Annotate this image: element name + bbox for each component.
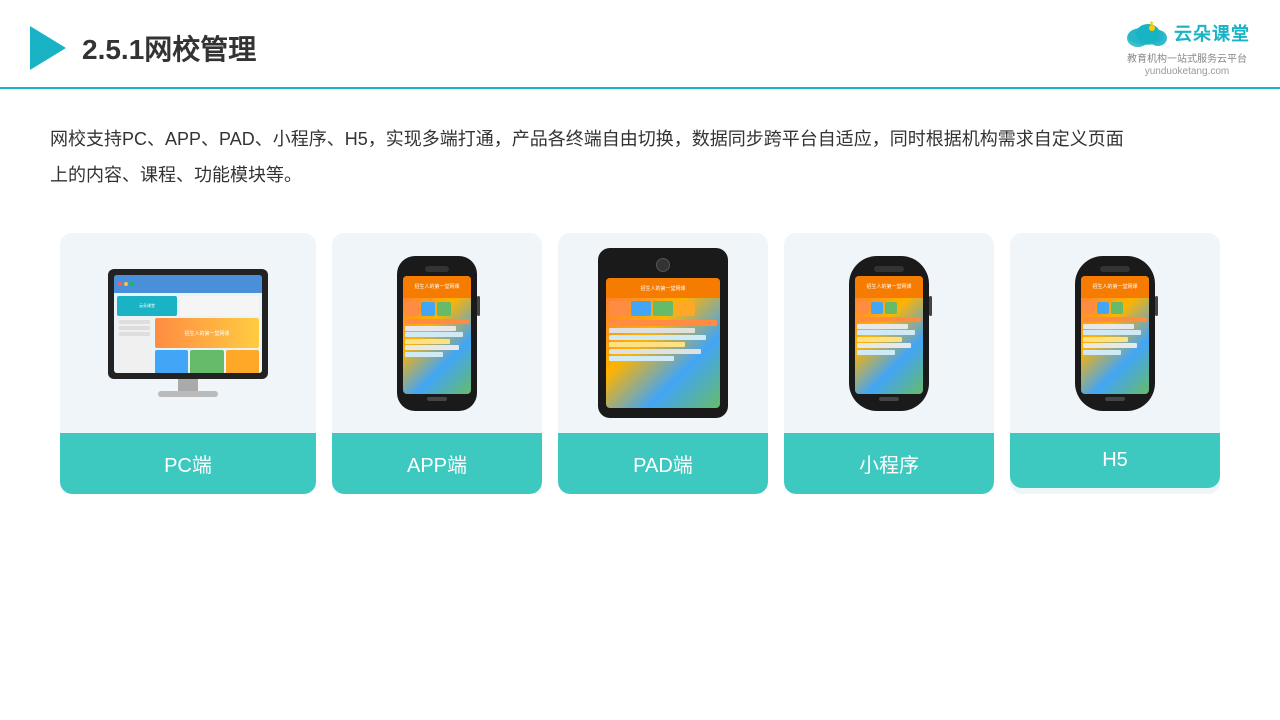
logo-tagline: 教育机构一站式服务云平台 (1127, 50, 1247, 65)
logo-url: yunduoketang.com (1145, 66, 1230, 77)
card-h5: 招生人的第一堂网课 (1010, 233, 1220, 494)
description-text: 网校支持PC、APP、PAD、小程序、H5，实现多端打通，产品各终端自由切换，数… (50, 129, 1124, 185)
tablet-frame: 招生人的第一堂网课 (598, 248, 728, 418)
card-mini-image: 招生人的第一堂网课 (784, 233, 994, 433)
logo-name: 云朵课堂 (1174, 20, 1250, 46)
card-mini-label: 小程序 (784, 433, 994, 494)
cards-container: 云朵课堂 招生人的第一堂网课 (0, 213, 1280, 514)
header-left: 2.5.1网校管理 (30, 26, 256, 70)
header: 2.5.1网校管理 云朵课堂 教育机构一站式服务云平台 yunduoketang… (0, 0, 1280, 89)
card-pad: 招生人的第一堂网课 (558, 233, 768, 494)
logo-area: 云朵课堂 教育机构一站式服务云平台 yunduoketang.com (1124, 18, 1250, 77)
play-icon (30, 26, 66, 70)
card-h5-image: 招生人的第一堂网课 (1010, 233, 1220, 433)
page-title: 2.5.1网校管理 (82, 28, 256, 68)
card-h5-label: H5 (1010, 433, 1220, 488)
card-pad-label: PAD端 (558, 433, 768, 494)
card-pc-image: 云朵课堂 招生人的第一堂网课 (60, 233, 316, 433)
card-pad-image: 招生人的第一堂网课 (558, 233, 768, 433)
phone-frame-app: 招生人的第一堂网课 (397, 256, 477, 411)
phone-frame-mini: 招生人的第一堂网课 (849, 256, 929, 411)
description: 网校支持PC、APP、PAD、小程序、H5，实现多端打通，产品各终端自由切换，数… (0, 89, 1180, 213)
pc-monitor: 云朵课堂 招生人的第一堂网课 (108, 269, 268, 397)
logo-cloud: 云朵课堂 (1124, 18, 1250, 48)
card-app-label: APP端 (332, 433, 542, 494)
card-pc: 云朵课堂 招生人的第一堂网课 (60, 233, 316, 494)
cloud-icon (1124, 18, 1168, 48)
card-mini: 招生人的第一堂网课 (784, 233, 994, 494)
card-pc-label: PC端 (60, 433, 316, 494)
card-app: 招生人的第一堂网课 (332, 233, 542, 494)
card-app-image: 招生人的第一堂网课 (332, 233, 542, 433)
phone-frame-h5: 招生人的第一堂网课 (1075, 256, 1155, 411)
